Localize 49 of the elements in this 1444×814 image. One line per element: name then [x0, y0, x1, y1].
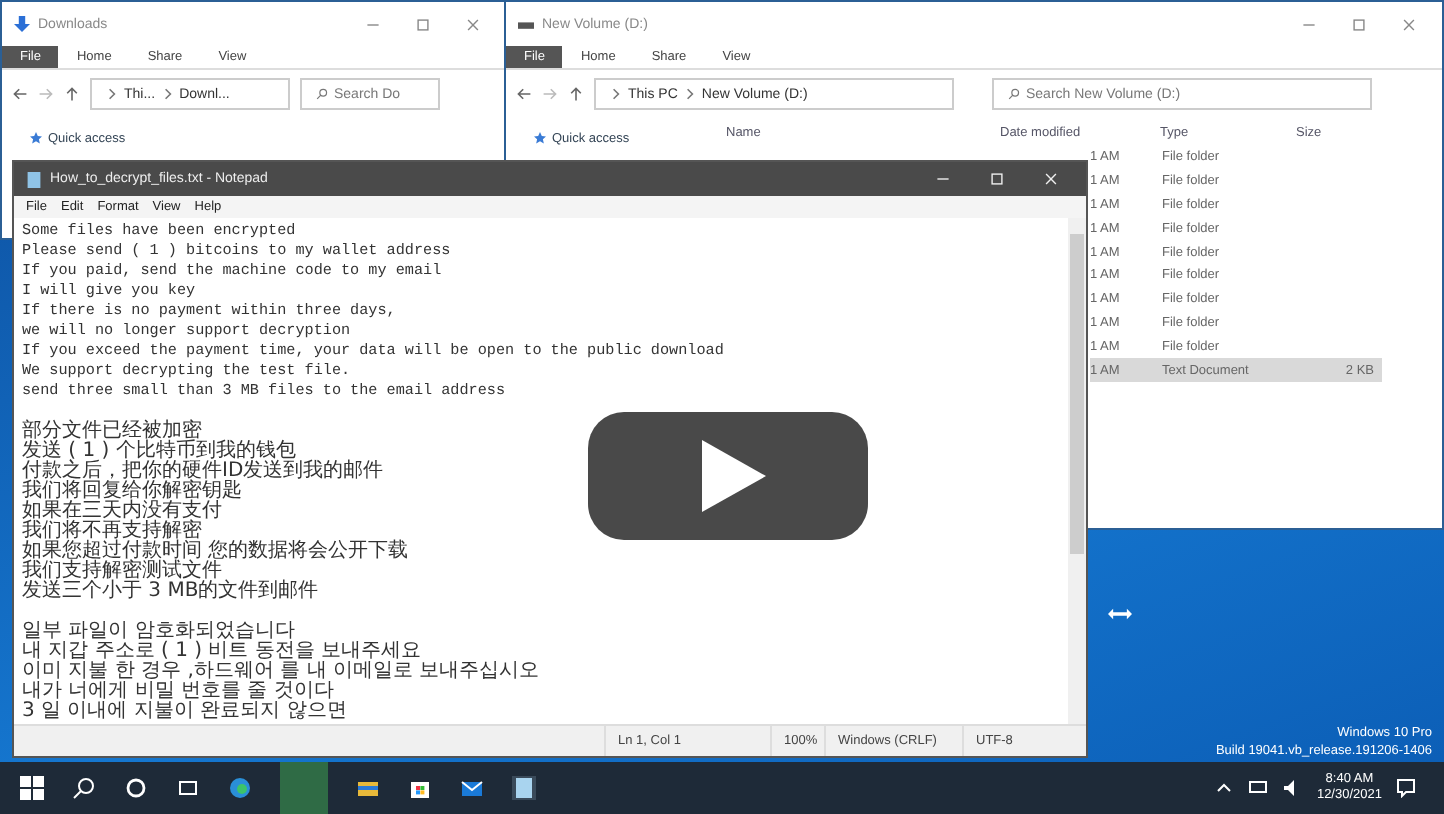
close-icon[interactable]	[466, 17, 480, 31]
text-line: 3 일 이내에 지불이 완료되지 않으면	[22, 700, 347, 722]
maximize-icon[interactable]	[1352, 17, 1366, 31]
search-icon	[316, 86, 328, 102]
text-line: 이미 지불 한 경우 ,하드웨어 를 내 이메일로 보내주십시오	[22, 660, 540, 682]
text-line: 我们将回复给你解密钥匙	[22, 480, 242, 502]
chevron-icon	[106, 86, 118, 102]
network-icon[interactable]	[1248, 778, 1269, 798]
text-line: 付款之后，把你的硬件ID发送到我的邮件	[22, 460, 384, 482]
close-icon[interactable]	[1402, 17, 1416, 31]
scrollbar[interactable]	[1068, 218, 1086, 724]
text-line: 部分文件已经被加密	[22, 420, 202, 442]
search-icon[interactable]	[72, 776, 96, 800]
maximize-icon[interactable]	[416, 17, 430, 31]
up-arrow-icon[interactable]	[568, 86, 584, 102]
chevron-icon	[683, 86, 696, 102]
circle-icon[interactable]	[124, 776, 148, 800]
text-line: 如果您超过付款时间 您的数据将会公开下载	[22, 540, 409, 562]
notepad-icon	[26, 171, 42, 187]
app-thumbnail[interactable]	[280, 762, 328, 814]
minimize-icon[interactable]	[936, 172, 950, 186]
store-icon[interactable]	[408, 776, 432, 800]
notepad-icon[interactable]	[512, 776, 536, 800]
resize-cursor-icon	[1108, 608, 1132, 620]
mail-icon[interactable]	[460, 776, 484, 800]
back-arrow-icon[interactable]	[12, 86, 28, 102]
chevron-icon	[161, 86, 174, 102]
text-line: 내 지갑 주소로 ( 1 ) 비트 동전을 보내주세요	[22, 640, 422, 662]
text-line: 일부 파일이 암호화되었습니다	[22, 620, 295, 642]
search-icon	[1008, 86, 1020, 102]
download-arrow-icon	[14, 16, 30, 32]
drive-icon	[518, 16, 534, 32]
text-line: 내가 너에게 비밀 번호를 줄 것이다	[22, 680, 334, 702]
chevron-icon	[610, 86, 622, 102]
text-line: 我们将不再支持解密	[22, 520, 202, 542]
text-line: 我们支持解密测试文件	[22, 560, 222, 582]
folder-icon[interactable]	[356, 776, 380, 800]
text-line: 发送三个小于 3 MB的文件到邮件	[22, 580, 319, 602]
back-arrow-icon[interactable]	[516, 86, 532, 102]
up-arrow-icon[interactable]	[64, 86, 80, 102]
play-button-icon[interactable]	[588, 412, 868, 540]
star-icon	[30, 132, 42, 144]
star-icon	[534, 132, 546, 144]
browser-icon[interactable]	[228, 776, 252, 800]
start-icon[interactable]	[20, 776, 44, 800]
notification-icon[interactable]	[1396, 778, 1416, 798]
text-line: 如果在三天内没有支付	[22, 500, 222, 522]
task-view-icon[interactable]	[176, 776, 200, 800]
text-line: 发送 ( 1 ) 个比特币到我的钱包	[22, 440, 296, 462]
